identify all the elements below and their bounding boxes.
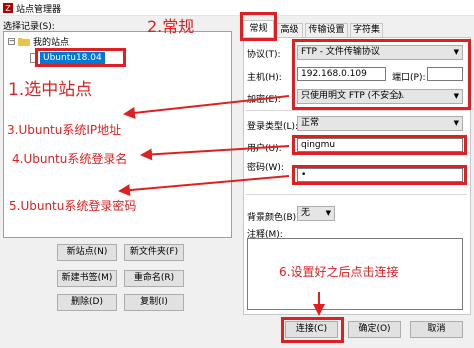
chevron-down-icon: ▼	[453, 119, 459, 127]
collapse-icon[interactable]: −	[8, 38, 15, 45]
annotation-password: 5.Ubuntu系统登录密码	[9, 199, 137, 213]
annotation-connect: 6.设置好之后点击连接	[279, 265, 399, 279]
delete-button[interactable]: 删除(D)	[57, 294, 117, 311]
protocol-label: 协议(T):	[247, 50, 281, 60]
chevron-down-icon: ▼	[325, 209, 331, 217]
annotation-general: 2.常规	[147, 17, 195, 36]
new-folder-button[interactable]: 新文件夹(F)	[124, 244, 184, 261]
host-label: 主机(H):	[247, 73, 282, 83]
ok-button[interactable]: 确定(O)	[348, 321, 401, 338]
tab-charset[interactable]: 字符集	[350, 23, 383, 37]
tab-advanced[interactable]: 高级	[276, 23, 303, 37]
folder-icon	[18, 38, 30, 46]
rename-button[interactable]: 重命名(R)	[124, 270, 184, 287]
bg-color-label: 背景颜色(B):	[247, 213, 300, 223]
title-bar: Z 站点管理器	[0, 0, 474, 16]
annotation-ip: 3.Ubuntu系统IP地址	[7, 123, 122, 137]
divider	[246, 110, 467, 111]
svg-text:Z: Z	[5, 4, 11, 13]
password-label: 密码(W):	[247, 163, 284, 173]
copy-button[interactable]: 复制(I)	[124, 294, 184, 311]
highlight-connect	[281, 317, 344, 343]
window-title: 站点管理器	[16, 5, 62, 15]
encryption-label: 加密(E):	[247, 95, 281, 105]
user-label: 用户(U):	[247, 144, 282, 154]
new-bookmark-button[interactable]: 新建书签(M)	[57, 270, 117, 287]
annotation-username: 4.Ubuntu系统登录名	[12, 152, 128, 166]
logon-type-select[interactable]: 正常 ▼	[297, 116, 463, 131]
filezilla-icon: Z	[3, 3, 13, 13]
cancel-button[interactable]: 取消	[410, 321, 463, 338]
divider	[246, 194, 467, 195]
highlight-site	[35, 48, 126, 67]
highlight-password	[292, 165, 467, 185]
highlight-general-tab	[240, 12, 277, 41]
highlight-user	[292, 135, 467, 155]
new-site-button[interactable]: 新站点(N)	[57, 244, 117, 261]
bg-color-select[interactable]: 无 ▼	[297, 206, 335, 221]
bg-color-value: 无	[301, 208, 311, 218]
annotation-select-site: 1.选中站点	[8, 80, 93, 100]
highlight-connection	[292, 39, 471, 110]
logon-type-label: 登录类型(L):	[247, 122, 299, 132]
logon-type-value: 正常	[301, 118, 320, 128]
tab-transfer-settings[interactable]: 传输设置	[305, 23, 348, 37]
tree-root-label: 我的站点	[33, 38, 70, 48]
